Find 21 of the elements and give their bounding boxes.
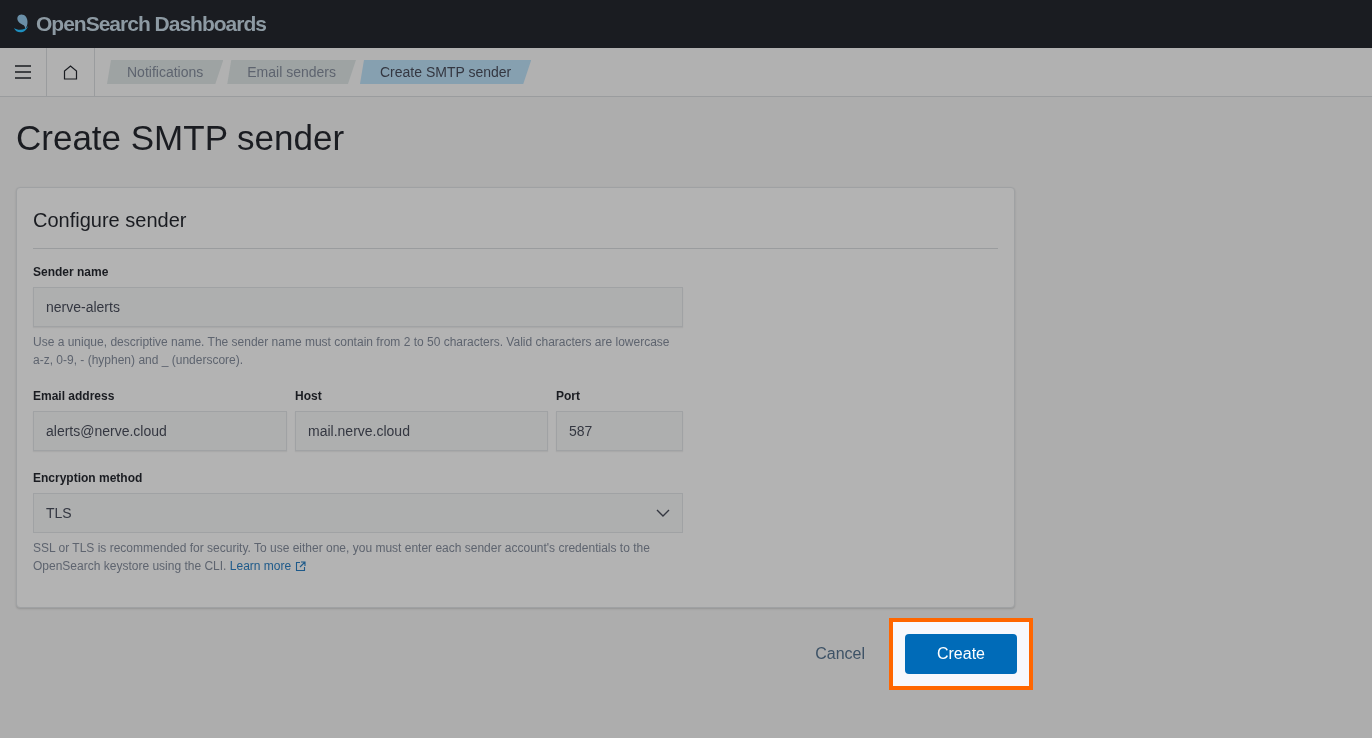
field-label: Email address [33, 388, 116, 405]
text-field[interactable]: 587 [556, 411, 683, 451]
help-text: SSL or TLS is recommended for security. To use either one, you must enter each sender account's credentials to the OpenSearch keystore using the CLI. Learn more [33, 540, 651, 575]
page-title: Create SMTP sender [16, 117, 346, 159]
cancel-button[interactable]: Cancel [807, 642, 873, 666]
field-label: Sender name [33, 264, 110, 281]
panel-title: Configure sender [33, 208, 188, 232]
text-field[interactable]: alerts@nerve.cloud [33, 411, 287, 451]
external-link-icon [295, 560, 307, 572]
text-field[interactable]: mail.nerve.cloud [295, 411, 548, 451]
field-label: Port [556, 388, 581, 405]
text-field[interactable]: nerve-alerts [33, 287, 683, 327]
field-label: Host [295, 388, 323, 405]
learn-more-link[interactable]: Learn more [229, 557, 307, 575]
chevron-down-icon [656, 509, 670, 517]
select-field[interactable]: TLS [33, 493, 683, 533]
help-text: Use a unique, descriptive name. The sender name must contain from 2 to 50 characters. Valid characters are lowercase a-z, 0-9, - (hyphen) and _ (underscore). [33, 334, 671, 369]
field-label: Encryption method [33, 470, 144, 487]
breadcrumb[interactable]: Create SMTP sender [359, 60, 532, 84]
create-button[interactable]: Create [905, 634, 1017, 674]
logo-text[interactable]: OpenSearch Dashboards [36, 8, 266, 40]
